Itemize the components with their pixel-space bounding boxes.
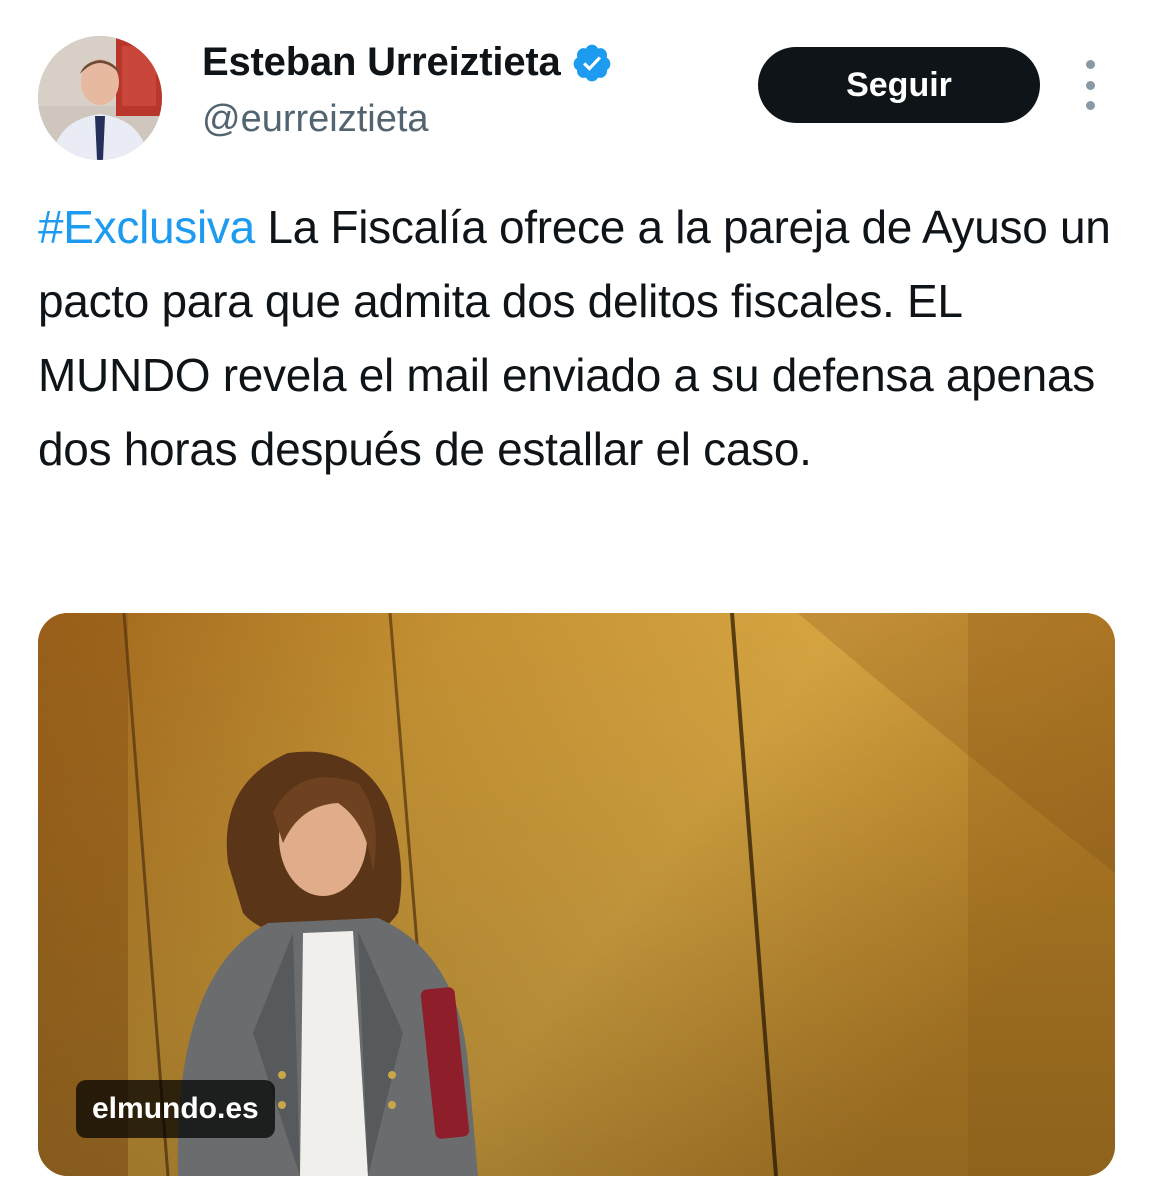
avatar[interactable] [38,36,162,160]
link-source-badge: elmundo.es [76,1080,275,1138]
author-handle[interactable]: @eurreiztieta [202,98,429,141]
follow-button[interactable]: Seguir [758,47,1040,123]
more-dot [1085,80,1095,90]
hashtag-link[interactable]: #Exclusiva [38,201,255,253]
more-dot [1085,101,1095,110]
author-display-name[interactable]: Esteban Urreiztieta [202,40,561,85]
more-options-icon[interactable] [1076,60,1104,110]
more-dot [1085,60,1095,69]
name-row: Esteban Urreiztieta [202,40,613,85]
tweet-text: #Exclusiva La Fiscalía ofrece a la parej… [38,190,1118,486]
tweet: Esteban Urreiztieta @eurreiztieta Seguir… [0,0,1150,1200]
verified-badge-icon [571,42,613,84]
avatar-photo [38,36,162,160]
